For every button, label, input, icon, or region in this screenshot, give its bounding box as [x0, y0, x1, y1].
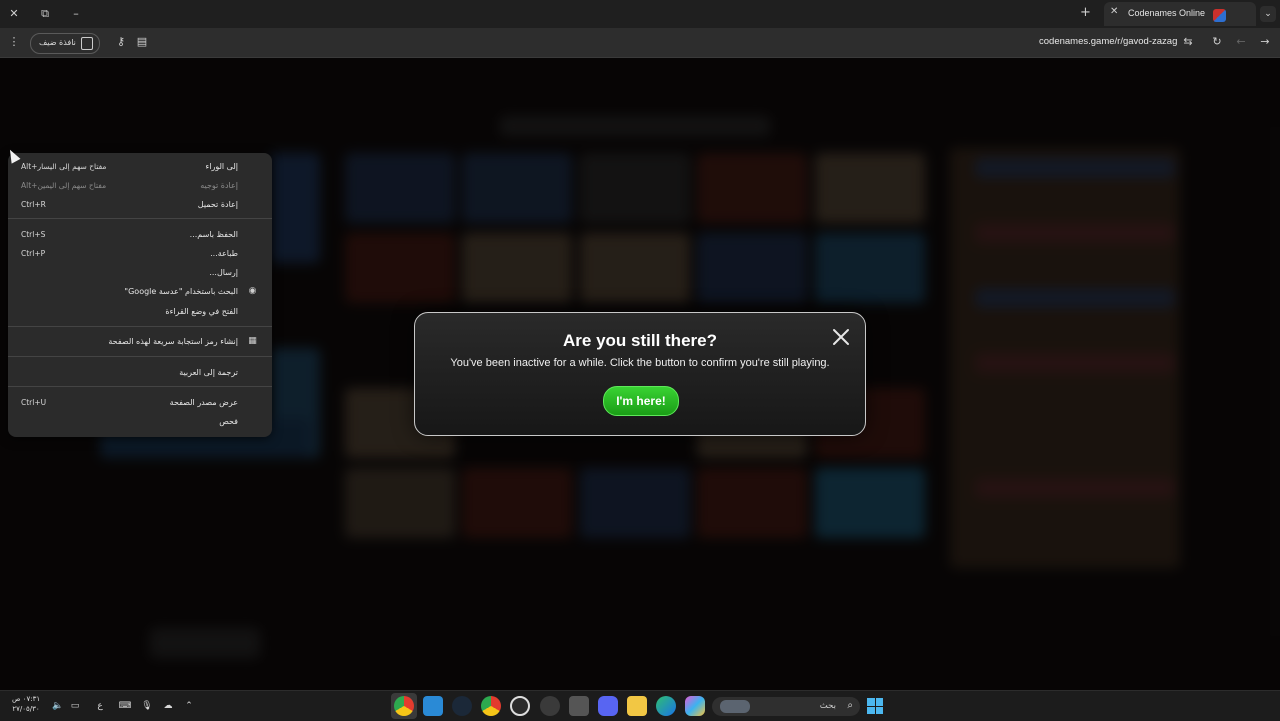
- favicon-icon: [1213, 9, 1226, 22]
- menu-item-google-lens[interactable]: ◉ البحث باستخدام "عدسة Google": [8, 283, 272, 301]
- close-icon[interactable]: [831, 327, 851, 347]
- context-menu: Alt+مفتاح سهم إلى اليسار إلى الوراء Alt+…: [8, 153, 272, 437]
- back-icon[interactable]: →: [1257, 34, 1273, 50]
- menu-item-view-source[interactable]: Ctrl+U عرض مصدر الصفحة: [8, 394, 272, 412]
- menu-separator: [8, 356, 272, 357]
- menu-item-inspect[interactable]: فحص: [8, 413, 272, 431]
- lens-icon: ◉: [248, 286, 257, 296]
- menu-separator: [8, 386, 272, 387]
- menu-item-label: إعادة تحميل: [197, 200, 238, 209]
- menu-item-qr-code[interactable]: ▦ إنشاء رمز استجابة سريعة لهذه الصفحة: [8, 333, 272, 351]
- menu-separator: [8, 326, 272, 327]
- profile-icon: [81, 37, 93, 50]
- menu-item-label: البحث باستخدام "عدسة Google": [124, 287, 238, 296]
- taskbar-search[interactable]: بحث ⌕: [712, 697, 860, 716]
- menu-item-label: إعادة توجيه: [200, 181, 238, 190]
- steam-icon[interactable]: [452, 696, 472, 716]
- menu-item-send[interactable]: إرسال...: [8, 264, 272, 282]
- browser-toolbar: ⋮ نافذة ضيف ⚷ ▤ codenames.game/r/gavod-z…: [0, 28, 1280, 58]
- menu-item-save-as[interactable]: Ctrl+S الحفظ باسم...: [8, 226, 272, 244]
- tab-codenames[interactable]: ✕ Codenames Online: [1104, 2, 1256, 26]
- search-placeholder: بحث: [819, 701, 836, 711]
- menu-item-label: الحفظ باسم...: [189, 230, 238, 239]
- menu-item-print[interactable]: Ctrl+P طباعة...: [8, 245, 272, 263]
- menu-item-label: إرسال...: [209, 268, 238, 277]
- settings-gear-icon[interactable]: [540, 696, 560, 716]
- menu-item-label: ترجمة إلى العربية: [179, 368, 238, 377]
- close-window-icon[interactable]: ✕: [6, 6, 22, 22]
- menu-item-label: طباعة...: [210, 249, 238, 258]
- tab-close-icon[interactable]: ✕: [1110, 6, 1118, 17]
- tab-search-icon[interactable]: ⌄: [1260, 6, 1276, 22]
- guest-profile-button[interactable]: نافذة ضيف: [30, 33, 100, 54]
- shortcut-label: Ctrl+U: [21, 398, 47, 407]
- copilot-icon[interactable]: [685, 696, 705, 716]
- menu-dots-icon[interactable]: ⋮: [6, 34, 22, 50]
- menu-item-label: عرض مصدر الصفحة: [169, 398, 238, 407]
- recording-app-icon[interactable]: [510, 696, 530, 716]
- shortcut-label: Ctrl+P: [21, 249, 46, 258]
- store-icon[interactable]: [569, 696, 589, 716]
- menu-separator: [8, 218, 272, 219]
- minimize-window-icon[interactable]: –: [68, 6, 84, 22]
- dialog-message: You've been inactive for a while. Click …: [450, 357, 830, 369]
- menu-item-label: إلى الوراء: [205, 162, 238, 171]
- reading-mode-icon[interactable]: ▤: [134, 34, 150, 50]
- clock-date: ٢٧/٠٥/٣٠: [12, 705, 40, 713]
- tab-strip: ✕ ⧉ – + ✕ Codenames Online ⌄: [0, 0, 1280, 28]
- qr-code-icon: ▦: [248, 336, 257, 346]
- microphone-icon[interactable]: 🎙: [140, 699, 154, 713]
- start-windows-icon[interactable]: [867, 698, 883, 714]
- onedrive-icon[interactable]: ☁: [161, 699, 175, 713]
- menu-item-reading-mode[interactable]: الفتح في وضع القراءة: [8, 303, 272, 321]
- editor-app-icon[interactable]: [423, 696, 443, 716]
- taskbar: ٠٧:٣١ ص ٢٧/٠٥/٣٠ 🔈 ▭ ع ⌨ 🎙 ☁ ⌃ بحث ⌕: [0, 690, 1280, 721]
- tab-title: Codenames Online: [1128, 8, 1206, 18]
- volume-icon[interactable]: 🔈: [51, 699, 65, 713]
- im-here-button[interactable]: I'm here!: [603, 386, 679, 416]
- shortcut-label: Ctrl+S: [21, 230, 46, 239]
- keyboard-icon[interactable]: ⌨: [118, 699, 132, 713]
- site-settings-icon[interactable]: ⇆: [1180, 34, 1196, 50]
- shortcut-label: Alt+مفتاح سهم إلى اليسار: [21, 162, 107, 171]
- clock-time: ٠٧:٣١ ص: [12, 695, 41, 703]
- reload-icon[interactable]: ↻: [1209, 34, 1225, 50]
- guest-label: نافذة ضيف: [39, 38, 76, 47]
- shortcut-label: Alt+مفتاح سهم إلى اليمين: [21, 181, 107, 190]
- clock[interactable]: ٠٧:٣١ ص ٢٧/٠٥/٣٠: [12, 694, 40, 714]
- chevron-up-icon[interactable]: ⌃: [182, 699, 196, 713]
- menu-item-label: الفتح في وضع القراءة: [165, 307, 238, 316]
- search-icon: ⌕: [847, 700, 853, 711]
- discord-icon[interactable]: [598, 696, 618, 716]
- chrome-icon[interactable]: [394, 696, 414, 716]
- inactivity-dialog: Are you still there? You've been inactiv…: [414, 312, 866, 436]
- file-explorer-icon[interactable]: [627, 696, 647, 716]
- dialog-title: Are you still there?: [563, 331, 717, 350]
- forward-icon[interactable]: ←: [1233, 34, 1249, 50]
- network-icon[interactable]: ▭: [68, 699, 82, 713]
- edge-icon[interactable]: [656, 696, 676, 716]
- menu-item-forward[interactable]: Alt+مفتاح سهم إلى اليمين إعادة توجيه: [8, 177, 272, 195]
- menu-item-label: إنشاء رمز استجابة سريعة لهذه الصفحة: [108, 337, 238, 346]
- menu-item-back[interactable]: Alt+مفتاح سهم إلى اليسار إلى الوراء: [8, 158, 272, 176]
- chrome-profile-icon[interactable]: [481, 696, 501, 716]
- shortcut-label: Ctrl+R: [21, 200, 46, 209]
- restore-window-icon[interactable]: ⧉: [37, 6, 53, 22]
- language-indicator[interactable]: ع: [93, 699, 107, 713]
- menu-item-label: فحص: [219, 417, 238, 426]
- address-bar[interactable]: codenames.game/r/gavod-zazag: [1039, 36, 1177, 47]
- key-icon[interactable]: ⚷: [113, 34, 129, 50]
- menu-item-reload[interactable]: Ctrl+R إعادة تحميل: [8, 196, 272, 214]
- new-tab-icon[interactable]: +: [1080, 6, 1091, 20]
- search-highlight-image: [720, 700, 750, 713]
- menu-item-translate[interactable]: ترجمة إلى العربية: [8, 364, 272, 382]
